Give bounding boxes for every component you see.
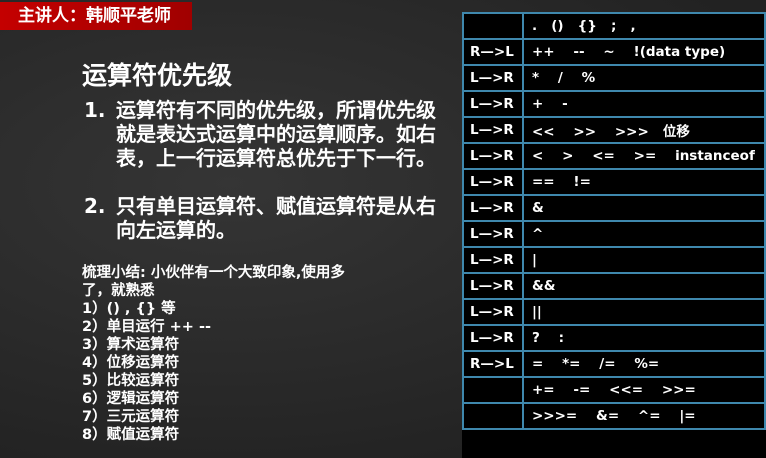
direction-cell: L—>R <box>462 220 524 248</box>
table-row: L—>R || <box>462 298 766 326</box>
point-text: 只有单目运算符、赋值运算符是从右向左运算的。 <box>116 194 436 242</box>
operators-cell: * / % <box>522 64 766 92</box>
table-row: L—>R == != <box>462 168 766 196</box>
direction-cell: L—>R <box>462 272 524 300</box>
operators-cell: && <box>522 272 766 300</box>
operators-cell: == != <box>522 168 766 196</box>
point-2: 2. 只有单目运算符、赋值运算符是从右向左运算的。 <box>84 194 446 242</box>
summary-item: 3）算术运算符 <box>82 337 180 353</box>
summary-item: 1）() , {} 等 <box>82 301 176 317</box>
summary-item: 7）三元运算符 <box>82 409 180 425</box>
direction-cell: L—>R <box>462 246 524 274</box>
operators-cell: & <box>522 194 766 222</box>
operators-cell: < > <= >= instanceof <box>522 142 766 170</box>
table-row: L—>R? : <box>462 324 766 352</box>
operators-cell: || <box>522 298 766 326</box>
direction-cell <box>462 12 524 40</box>
operators-cell: . () {} ; , <box>522 12 766 40</box>
direction-cell: L—>R <box>462 90 524 118</box>
direction-cell: L—>R <box>462 142 524 170</box>
table-row: L—>R < > <= >= instanceof <box>462 142 766 170</box>
direction-cell: L—>R <box>462 168 524 196</box>
table-row: L—>R | <box>462 246 766 274</box>
table-row: R—>L = *= /= %= <box>462 350 766 378</box>
table-row: >>>= &= ^= |= <box>462 402 766 430</box>
slide-title: 运算符优先级 <box>82 61 233 90</box>
summary-item: 梳理小结: 小伙伴有一个大致印象,使用多了，就熟悉 <box>82 265 345 299</box>
table-row: R—>L ++ -- ~ !(data type) <box>462 38 766 66</box>
point-number: 2. <box>84 194 106 218</box>
table-row: L—>R && <box>462 272 766 300</box>
direction-cell: L—>R <box>462 194 524 222</box>
table-row: L—>R * / % <box>462 64 766 92</box>
precedence-table: . () {} ; , R—>L ++ -- ~ !(data type) L—>R *… <box>462 12 766 458</box>
summary-item: 4）位移运算符 <box>82 355 180 371</box>
summary-item: 8）赋值运算符 <box>82 427 180 443</box>
direction-cell: L—>R <box>462 324 524 352</box>
direction-cell: L—>R <box>462 298 524 326</box>
direction-cell: L—>R <box>462 116 524 144</box>
point-text: 运算符有不同的优先级，所谓优先级就是表达式运算中的运算顺序。如右表，上一行运算符… <box>116 98 436 170</box>
table-row: L—>R & <box>462 194 766 222</box>
presenter-banner: 主讲人：韩顺平老师 <box>0 2 192 30</box>
direction-cell <box>462 376 524 404</box>
table-row: L—>R + - <box>462 90 766 118</box>
operators-cell: ? : <box>522 324 766 352</box>
operators-cell: + - <box>522 90 766 118</box>
direction-cell <box>462 402 524 430</box>
summary-item: 2）单目运行 ++ -- <box>82 319 212 335</box>
operators-cell: ++ -- ~ !(data type) <box>522 38 766 66</box>
operators-cell: += -= <<= >>= <box>522 376 766 404</box>
operators-cell: | <box>522 246 766 274</box>
point-1: 1. 运算符有不同的优先级，所谓优先级就是表达式运算中的运算顺序。如右表，上一行运… <box>84 98 446 170</box>
direction-cell: L—>R <box>462 64 524 92</box>
table-row: L—>R ^ <box>462 220 766 248</box>
point-number: 1. <box>84 98 106 122</box>
operators-cell: ^ <box>522 220 766 248</box>
table-row: . () {} ; , <box>462 12 766 40</box>
operators-cell: = *= /= %= <box>522 350 766 378</box>
operators-cell: >>>= &= ^= |= <box>522 402 766 430</box>
operators-cell: << >> >>> 位移 <box>522 116 766 144</box>
direction-cell: R—>L <box>462 38 524 66</box>
summary-item: 6）逻辑运算符 <box>82 391 180 407</box>
summary-item: 5）比较运算符 <box>82 373 180 389</box>
table-row: += -= <<= >>= <box>462 376 766 404</box>
summary-list: 梳理小结: 小伙伴有一个大致印象,使用多了，就熟悉 1）() , {} 等 2）单目… <box>82 264 362 444</box>
direction-cell: R—>L <box>462 350 524 378</box>
table-row: L—>R << >> >>> 位移 <box>462 116 766 144</box>
